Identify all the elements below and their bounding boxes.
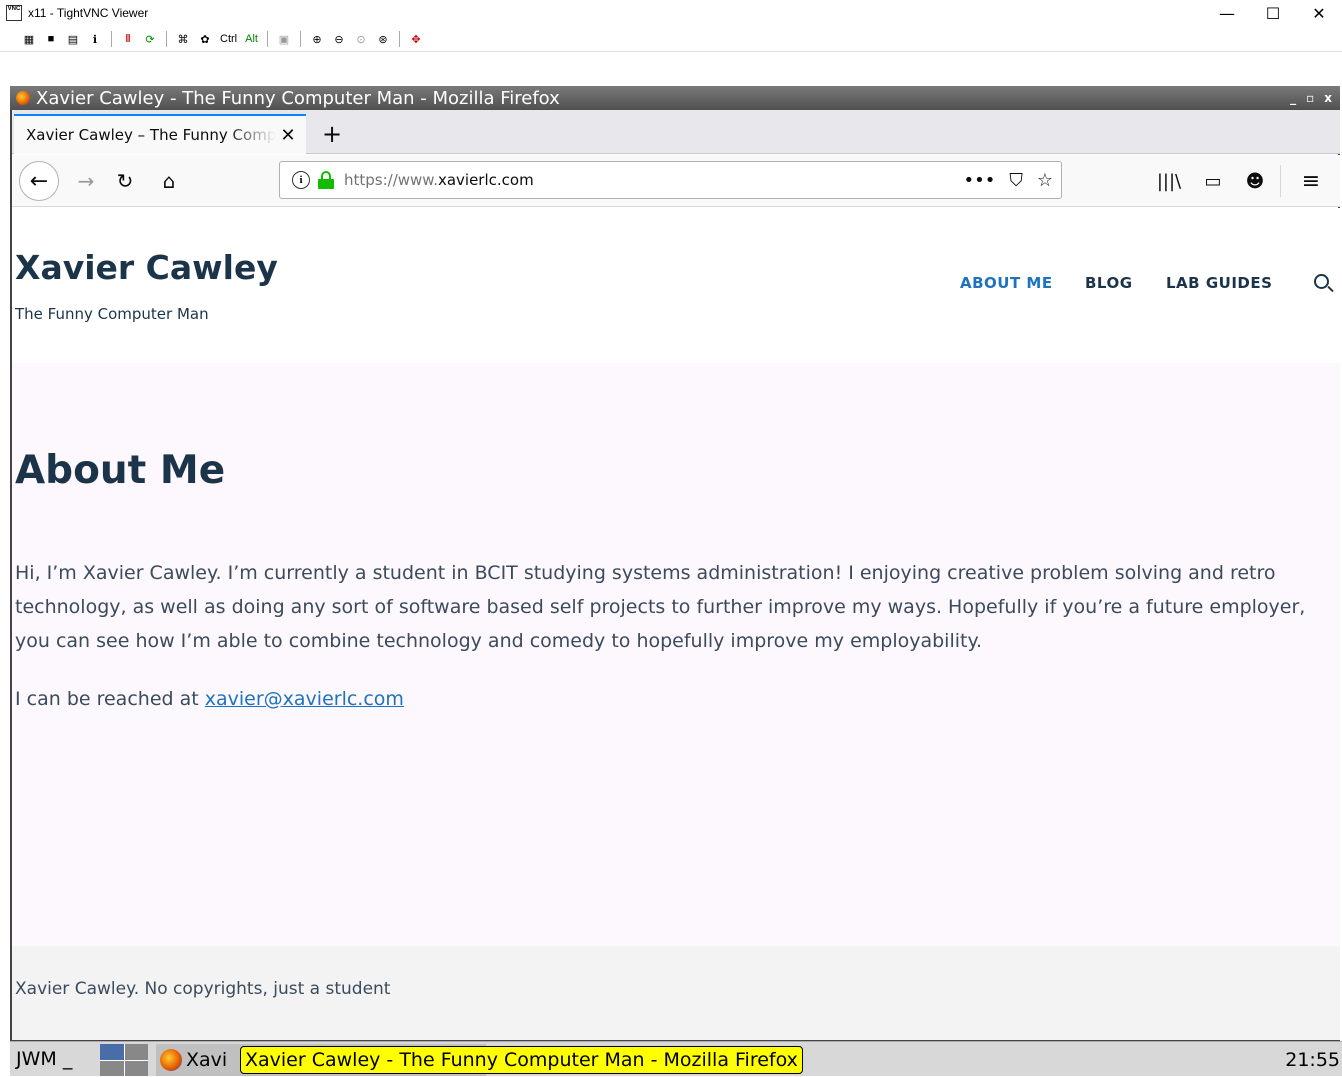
clipboard-icon[interactable]: ▣ [275,30,293,48]
forward-button[interactable]: → [69,163,103,199]
nav-link-about-me[interactable]: ABOUT ME [960,274,1053,292]
search-icon[interactable] [1312,272,1334,294]
nav-link-lab-guides[interactable]: LAB GUIDES [1166,274,1272,292]
taskbar: JWM _ Xavi Xavier Cawley - The Funny Com… [10,1041,1342,1076]
zoom-in-icon[interactable]: ⊕ [308,30,326,48]
zoom-fit-icon[interactable]: ⊛ [374,30,392,48]
vnc-minimize-button[interactable]: — [1204,0,1250,26]
window-minimize-button[interactable]: _ [1290,91,1296,105]
desktop-4[interactable] [124,1060,148,1076]
tab-title: Xavier Cawley – The Funny Computer Man [26,126,276,144]
email-link[interactable]: xavier@xavierlc.com [205,688,404,710]
desktop-3[interactable] [100,1060,124,1076]
tab-close-icon[interactable]: ✕ [276,125,300,146]
window-maximize-button[interactable]: ▫ [1306,91,1314,105]
desktop-1[interactable] [100,1044,124,1060]
hamburger-menu-icon[interactable]: ≡ [1294,163,1328,199]
secure-lock-icon[interactable] [318,171,334,189]
sidebar-icon[interactable]: ▭ [1196,163,1230,199]
footer-text: Xavier Cawley. No copyrights, just a stu… [15,979,391,999]
zoom-100-icon[interactable]: ⊙ [352,30,370,48]
toolbar-divider [166,31,167,47]
alt-key-button[interactable]: Alt [243,33,260,45]
firefox-icon [160,1049,182,1071]
site-footer: Xavier Cawley. No copyrights, just a stu… [12,946,1340,1040]
vnc-close-button[interactable]: ✕ [1296,0,1342,26]
account-icon[interactable]: ☻ [1238,163,1272,199]
taskbar-item-label: Xavi [186,1049,228,1071]
toolbar-divider [111,31,112,47]
pocket-icon[interactable]: ⛉ [1009,170,1023,191]
pause-icon[interactable]: ‖ [119,30,137,48]
tab-active[interactable]: Xavier Cawley – The Funny Computer Man ✕ [14,114,306,154]
vnc-window-titlebar: VNC x11 - TightVNC Viewer — ☐ ✕ ▦ ■ ▤ ℹ … [0,0,1342,52]
back-button[interactable]: ← [19,161,59,201]
site-header: Xavier Cawley The Funny Computer Man ABO… [12,208,1340,363]
vnc-maximize-button[interactable]: ☐ [1250,0,1296,26]
page-actions-icon[interactable]: ••• [964,170,996,191]
contact-line: I can be reached at xavier@xavierlc.com [15,688,404,710]
site-tagline: The Funny Computer Man [15,305,209,323]
url-prefix: https://www. [344,171,438,189]
save-icon[interactable]: ■ [42,30,60,48]
desktop-pager[interactable] [100,1044,148,1076]
fullscreen-icon[interactable]: ✥ [407,30,425,48]
firefox-icon [16,91,30,105]
window-close-button[interactable]: x [1324,91,1332,105]
taskbar-tooltip: Xavier Cawley - The Funny Computer Man -… [240,1046,803,1074]
bookmark-star-icon[interactable]: ☆ [1037,170,1053,191]
web-page: Xavier Cawley The Funny Computer Man ABO… [12,208,1340,1040]
url-domain: xavierlc.com [437,171,534,189]
ctrl-alt-del-icon[interactable]: ⌘ [174,30,192,48]
firefox-window-titlebar[interactable]: Xavier Cawley - The Funny Computer Man -… [10,86,1340,110]
toolbar-divider [1280,165,1281,197]
about-paragraph: Hi, I’m Xavier Cawley. I’m currently a s… [15,562,1306,652]
start-menu-icon[interactable]: ✿ [196,30,214,48]
options-icon[interactable]: ▤ [64,30,82,48]
site-title[interactable]: Xavier Cawley [15,248,278,287]
new-connection-icon[interactable]: ▦ [20,30,38,48]
reload-button[interactable]: ↻ [108,163,142,199]
info-icon[interactable]: ℹ [86,30,104,48]
page-title: About Me [15,448,226,493]
jwm-menu-button[interactable]: JWM _ [10,1048,86,1070]
site-info-icon[interactable]: i [292,171,310,189]
contact-prefix: I can be reached at [15,688,205,710]
toolbar-divider [398,31,400,47]
firefox-window-title: Xavier Cawley - The Funny Computer Man -… [36,87,560,109]
navigation-toolbar: ← → ↻ ⌂ i https://www. xavierlc.com ••• ⛉… [12,155,1340,207]
url-bar[interactable]: i https://www. xavierlc.com ••• ⛉ ☆ [279,161,1062,199]
toolbar-divider [266,31,268,47]
vnc-toolbar: ▦ ■ ▤ ℹ ‖ ⟳ ⌘ ✿ Ctrl Alt ▣ ⊕ ⊖ ⊙ ⊛ ✥ [0,26,1342,52]
vnc-window-title: x11 - TightVNC Viewer [28,6,149,20]
desktop-2[interactable] [124,1044,148,1060]
zoom-out-icon[interactable]: ⊖ [330,30,348,48]
nav-link-blog[interactable]: BLOG [1085,274,1133,292]
new-tab-button[interactable]: + [316,114,348,154]
home-button[interactable]: ⌂ [152,163,186,199]
toolbar-divider [299,31,301,47]
clock: 21:55 [1285,1048,1340,1071]
library-icon[interactable]: |||\ [1152,163,1186,199]
vnc-app-icon: VNC [6,5,22,21]
ctrl-key-button[interactable]: Ctrl [218,33,239,45]
main-content: About Me Hi, I’m Xavier Cawley. I’m curr… [12,363,1340,946]
tab-strip: Xavier Cawley – The Funny Computer Man ✕… [12,110,1340,154]
refresh-icon[interactable]: ⟳ [141,30,159,48]
